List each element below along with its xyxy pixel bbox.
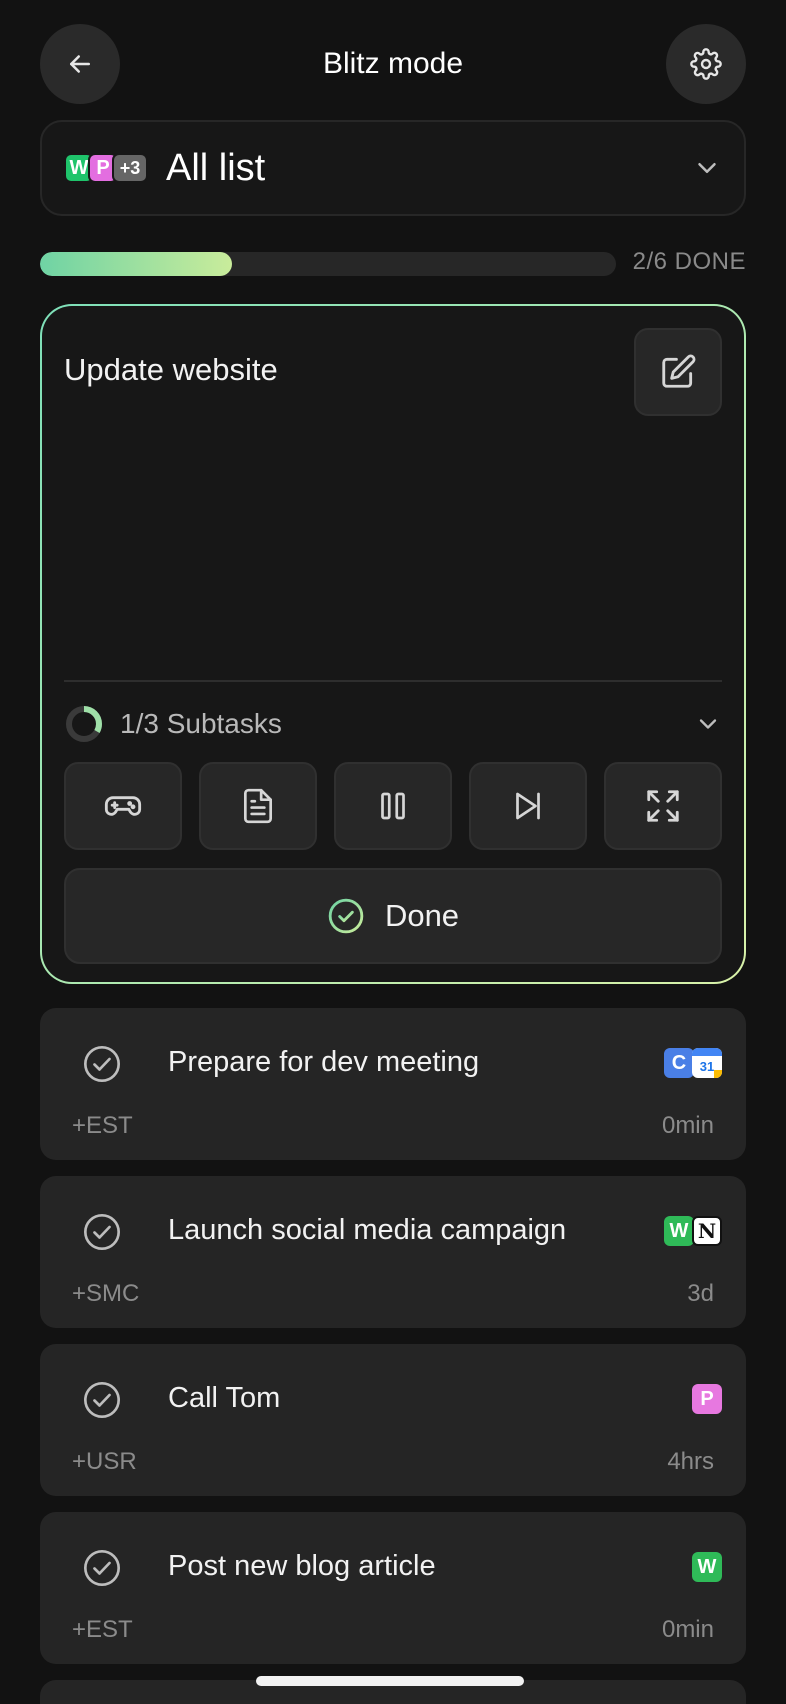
task-tag: +EST [72,1112,133,1139]
task-name: Launch social media campaign [168,1214,567,1246]
task-tag: +USR [72,1448,137,1475]
personal-badge: P [692,1384,722,1414]
edit-icon [662,354,696,388]
subtasks-progress-ring [66,706,102,742]
more-badge: +3 [112,153,148,183]
clickup-badge: C [664,1048,694,1078]
current-task-card: Update website 1/3 Subtasks Done [40,304,746,984]
skip-button[interactable] [469,762,587,850]
task-card[interactable]: Post new blog article W +EST 0min [40,1512,746,1664]
skip-icon [516,792,540,820]
task-card[interactable]: Prepare for dev meeting C 31 +EST 0min [40,1008,746,1160]
expand-icon [647,790,679,822]
task-source-badges: W [692,1552,722,1582]
workspace-badge: W [664,1216,694,1246]
google-calendar-icon: 31 [692,1048,722,1078]
progress-label: 2/6 DONE [632,248,746,275]
task-card[interactable]: Launch social media campaign W N +SMC 3d [40,1176,746,1328]
gear-icon [690,48,722,80]
check-circle-icon[interactable] [82,1044,122,1084]
document-icon [243,788,273,824]
task-time: 3d [687,1280,714,1307]
task-tag: +SMC [72,1280,140,1307]
done-label: Done [384,898,460,933]
done-button[interactable]: Done [64,868,722,964]
edit-task-button[interactable] [634,328,722,416]
current-task-title: Update website [64,352,278,387]
task-source-badges: C 31 [664,1048,722,1078]
chevron-down-icon [699,719,717,729]
task-action-bar [64,762,722,850]
progress-bar [40,252,616,276]
home-indicator [256,1676,524,1686]
task-source-badges: P [692,1384,722,1414]
task-name: Post new blog article [168,1550,436,1582]
divider [64,680,722,682]
settings-button[interactable] [666,24,746,104]
game-mode-button[interactable] [64,762,182,850]
task-name: Prepare for dev meeting [168,1046,480,1078]
pause-button[interactable] [334,762,452,850]
task-time: 0min [661,1112,714,1139]
gamepad-icon [104,796,142,816]
list-source-badges: W P +3 [64,153,148,183]
check-circle-icon[interactable] [82,1212,122,1252]
task-card[interactable]: Call Tom P +USR 4hrs [40,1344,746,1496]
chevron-down-icon [698,163,716,173]
subtasks-label: 1/3 Subtasks [120,708,282,739]
progress-fill [40,252,232,276]
workspace-badge: W [692,1552,722,1582]
expand-button[interactable] [604,762,722,850]
check-circle-icon [328,898,364,934]
notion-icon: N [692,1216,722,1246]
check-circle-icon[interactable] [82,1548,122,1588]
task-tag: +EST [72,1616,133,1643]
pause-icon [381,792,405,820]
task-source-badges: W N [664,1216,722,1246]
notes-button[interactable] [199,762,317,850]
task-name: Call Tom [168,1382,281,1414]
task-time: 0min [661,1616,714,1643]
task-time: 4hrs [667,1448,714,1475]
list-selector[interactable]: W P +3 All list [40,120,746,216]
list-selector-label: All list [166,146,266,189]
check-circle-icon[interactable] [82,1380,122,1420]
subtasks-toggle[interactable]: 1/3 Subtasks [64,696,722,752]
